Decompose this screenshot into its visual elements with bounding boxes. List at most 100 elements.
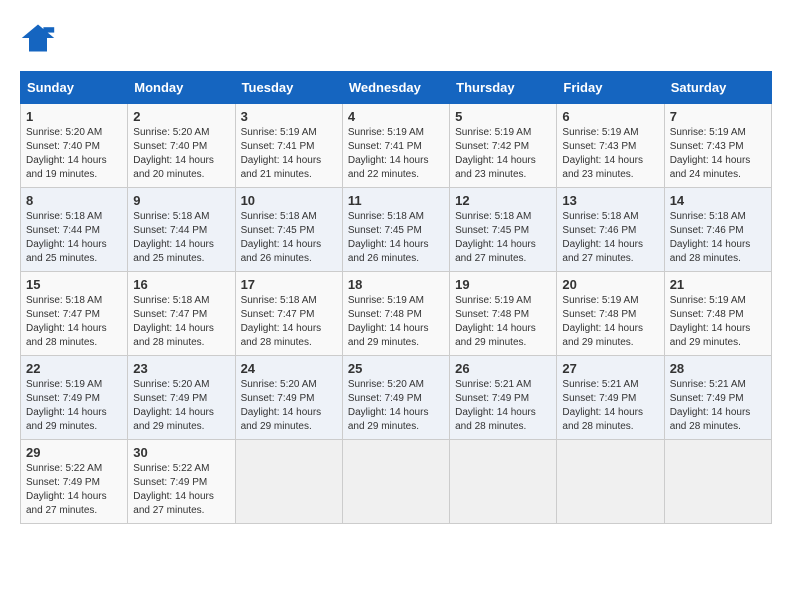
calendar-day-cell: 30 Sunrise: 5:22 AMSunset: 7:49 PMDaylig… [128,440,235,524]
day-number: 19 [455,277,551,292]
calendar-week-row: 8 Sunrise: 5:18 AMSunset: 7:44 PMDayligh… [21,188,772,272]
day-number: 13 [562,193,658,208]
calendar-day-cell: 21 Sunrise: 5:19 AMSunset: 7:48 PMDaylig… [664,272,771,356]
calendar-day-cell: 10 Sunrise: 5:18 AMSunset: 7:45 PMDaylig… [235,188,342,272]
calendar-day-cell: 2 Sunrise: 5:20 AMSunset: 7:40 PMDayligh… [128,104,235,188]
day-number: 24 [241,361,337,376]
weekday-header: Sunday [21,72,128,104]
calendar-day-cell: 7 Sunrise: 5:19 AMSunset: 7:43 PMDayligh… [664,104,771,188]
logo [20,20,62,56]
weekday-header: Thursday [450,72,557,104]
day-number: 2 [133,109,229,124]
calendar-day-cell [664,440,771,524]
calendar-day-cell: 8 Sunrise: 5:18 AMSunset: 7:44 PMDayligh… [21,188,128,272]
calendar-day-cell: 19 Sunrise: 5:19 AMSunset: 7:48 PMDaylig… [450,272,557,356]
day-number: 1 [26,109,122,124]
day-number: 3 [241,109,337,124]
day-info: Sunrise: 5:18 AMSunset: 7:45 PMDaylight:… [348,211,429,264]
day-info: Sunrise: 5:20 AMSunset: 7:49 PMDaylight:… [241,379,322,432]
day-number: 11 [348,193,444,208]
day-info: Sunrise: 5:20 AMSunset: 7:40 PMDaylight:… [26,127,107,180]
calendar-day-cell: 18 Sunrise: 5:19 AMSunset: 7:48 PMDaylig… [342,272,449,356]
calendar-day-cell: 27 Sunrise: 5:21 AMSunset: 7:49 PMDaylig… [557,356,664,440]
day-info: Sunrise: 5:19 AMSunset: 7:48 PMDaylight:… [348,295,429,348]
day-info: Sunrise: 5:18 AMSunset: 7:45 PMDaylight:… [455,211,536,264]
weekday-header: Tuesday [235,72,342,104]
calendar-day-cell: 29 Sunrise: 5:22 AMSunset: 7:49 PMDaylig… [21,440,128,524]
calendar-day-cell: 1 Sunrise: 5:20 AMSunset: 7:40 PMDayligh… [21,104,128,188]
calendar-day-cell: 24 Sunrise: 5:20 AMSunset: 7:49 PMDaylig… [235,356,342,440]
calendar-body: 1 Sunrise: 5:20 AMSunset: 7:40 PMDayligh… [21,104,772,524]
day-number: 9 [133,193,229,208]
day-number: 18 [348,277,444,292]
calendar-day-cell: 17 Sunrise: 5:18 AMSunset: 7:47 PMDaylig… [235,272,342,356]
day-number: 22 [26,361,122,376]
day-number: 17 [241,277,337,292]
day-number: 26 [455,361,551,376]
day-info: Sunrise: 5:18 AMSunset: 7:44 PMDaylight:… [133,211,214,264]
day-info: Sunrise: 5:20 AMSunset: 7:40 PMDaylight:… [133,127,214,180]
day-info: Sunrise: 5:18 AMSunset: 7:45 PMDaylight:… [241,211,322,264]
day-info: Sunrise: 5:19 AMSunset: 7:41 PMDaylight:… [241,127,322,180]
calendar-day-cell: 11 Sunrise: 5:18 AMSunset: 7:45 PMDaylig… [342,188,449,272]
day-number: 29 [26,445,122,460]
day-info: Sunrise: 5:20 AMSunset: 7:49 PMDaylight:… [348,379,429,432]
day-number: 28 [670,361,766,376]
calendar-day-cell: 14 Sunrise: 5:18 AMSunset: 7:46 PMDaylig… [664,188,771,272]
weekday-header: Wednesday [342,72,449,104]
calendar-day-cell: 12 Sunrise: 5:18 AMSunset: 7:45 PMDaylig… [450,188,557,272]
day-info: Sunrise: 5:22 AMSunset: 7:49 PMDaylight:… [133,463,214,516]
day-info: Sunrise: 5:19 AMSunset: 7:41 PMDaylight:… [348,127,429,180]
day-info: Sunrise: 5:18 AMSunset: 7:46 PMDaylight:… [670,211,751,264]
calendar-day-cell: 15 Sunrise: 5:18 AMSunset: 7:47 PMDaylig… [21,272,128,356]
day-info: Sunrise: 5:21 AMSunset: 7:49 PMDaylight:… [562,379,643,432]
day-info: Sunrise: 5:19 AMSunset: 7:48 PMDaylight:… [670,295,751,348]
calendar-day-cell: 20 Sunrise: 5:19 AMSunset: 7:48 PMDaylig… [557,272,664,356]
calendar-day-cell: 13 Sunrise: 5:18 AMSunset: 7:46 PMDaylig… [557,188,664,272]
calendar-header-row: SundayMondayTuesdayWednesdayThursdayFrid… [21,72,772,104]
day-number: 20 [562,277,658,292]
day-info: Sunrise: 5:18 AMSunset: 7:47 PMDaylight:… [133,295,214,348]
day-info: Sunrise: 5:19 AMSunset: 7:48 PMDaylight:… [562,295,643,348]
day-info: Sunrise: 5:19 AMSunset: 7:42 PMDaylight:… [455,127,536,180]
calendar-day-cell: 6 Sunrise: 5:19 AMSunset: 7:43 PMDayligh… [557,104,664,188]
day-number: 7 [670,109,766,124]
calendar-week-row: 22 Sunrise: 5:19 AMSunset: 7:49 PMDaylig… [21,356,772,440]
calendar-day-cell [342,440,449,524]
day-number: 16 [133,277,229,292]
day-number: 30 [133,445,229,460]
day-info: Sunrise: 5:18 AMSunset: 7:44 PMDaylight:… [26,211,107,264]
calendar-week-row: 15 Sunrise: 5:18 AMSunset: 7:47 PMDaylig… [21,272,772,356]
calendar-week-row: 29 Sunrise: 5:22 AMSunset: 7:49 PMDaylig… [21,440,772,524]
calendar-day-cell [235,440,342,524]
day-number: 5 [455,109,551,124]
day-info: Sunrise: 5:21 AMSunset: 7:49 PMDaylight:… [670,379,751,432]
calendar-day-cell: 25 Sunrise: 5:20 AMSunset: 7:49 PMDaylig… [342,356,449,440]
day-info: Sunrise: 5:19 AMSunset: 7:43 PMDaylight:… [562,127,643,180]
calendar-day-cell: 16 Sunrise: 5:18 AMSunset: 7:47 PMDaylig… [128,272,235,356]
calendar-day-cell: 28 Sunrise: 5:21 AMSunset: 7:49 PMDaylig… [664,356,771,440]
day-info: Sunrise: 5:18 AMSunset: 7:47 PMDaylight:… [26,295,107,348]
day-number: 10 [241,193,337,208]
day-number: 14 [670,193,766,208]
day-info: Sunrise: 5:19 AMSunset: 7:48 PMDaylight:… [455,295,536,348]
logo-icon [20,20,56,56]
day-number: 6 [562,109,658,124]
calendar-day-cell: 23 Sunrise: 5:20 AMSunset: 7:49 PMDaylig… [128,356,235,440]
day-number: 4 [348,109,444,124]
day-info: Sunrise: 5:18 AMSunset: 7:47 PMDaylight:… [241,295,322,348]
weekday-header: Friday [557,72,664,104]
calendar-day-cell: 5 Sunrise: 5:19 AMSunset: 7:42 PMDayligh… [450,104,557,188]
calendar-table: SundayMondayTuesdayWednesdayThursdayFrid… [20,71,772,524]
calendar-day-cell: 9 Sunrise: 5:18 AMSunset: 7:44 PMDayligh… [128,188,235,272]
calendar-day-cell: 3 Sunrise: 5:19 AMSunset: 7:41 PMDayligh… [235,104,342,188]
calendar-day-cell: 26 Sunrise: 5:21 AMSunset: 7:49 PMDaylig… [450,356,557,440]
day-info: Sunrise: 5:19 AMSunset: 7:43 PMDaylight:… [670,127,751,180]
day-number: 23 [133,361,229,376]
calendar-day-cell: 4 Sunrise: 5:19 AMSunset: 7:41 PMDayligh… [342,104,449,188]
day-info: Sunrise: 5:21 AMSunset: 7:49 PMDaylight:… [455,379,536,432]
calendar-day-cell: 22 Sunrise: 5:19 AMSunset: 7:49 PMDaylig… [21,356,128,440]
day-info: Sunrise: 5:18 AMSunset: 7:46 PMDaylight:… [562,211,643,264]
weekday-header: Monday [128,72,235,104]
calendar-day-cell [557,440,664,524]
